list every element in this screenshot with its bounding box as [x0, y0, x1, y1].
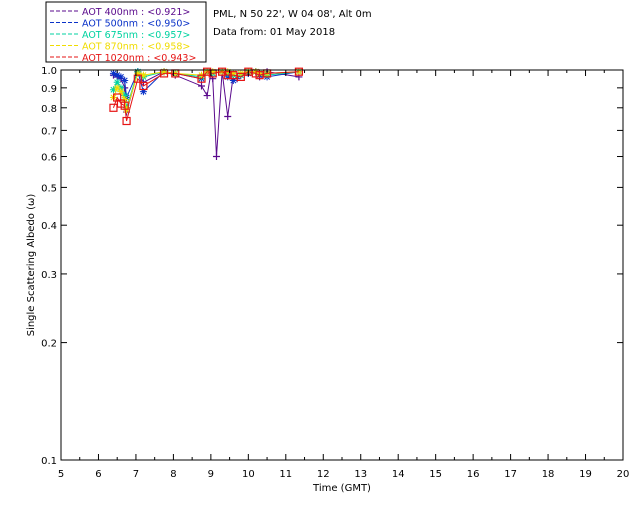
y-tick-label: 0.1 [41, 456, 57, 467]
x-tick-label: 11 [279, 469, 292, 480]
x-tick-label: 8 [170, 469, 176, 480]
x-tick-label: 13 [354, 469, 367, 480]
x-tick-label: 12 [317, 469, 330, 480]
chart-title: PML, N 50 22', W 04 08', Alt 0m [213, 9, 372, 20]
axes: 5 6 7 8 9 10 11 12 13 14 15 16 17 18 19 20 1.0 0.9 0.8 0.7 0… [41, 66, 629, 480]
legend-label: AOT 1020nm : <0.943> [82, 53, 196, 64]
x-tick-label: 10 [242, 469, 255, 480]
x-tick-label: 5 [58, 469, 64, 480]
x-tick-label: 18 [542, 469, 555, 480]
x-axis-label: Time (GMT) [312, 483, 371, 494]
x-tick-label: 7 [133, 469, 139, 480]
x-tick-label: 6 [95, 469, 101, 480]
y-tick-label: 0.5 [41, 183, 57, 194]
y-tick-label: 0.8 [41, 104, 57, 115]
data-point [198, 82, 205, 90]
legend-label: AOT 870nm : <0.958> [82, 42, 190, 53]
plot-frame [60, 69, 624, 461]
x-tick-label: 15 [429, 469, 442, 480]
x-tick-label: 9 [208, 469, 214, 480]
x-tick-label: 16 [467, 469, 480, 480]
y-tick-label: 0.4 [41, 221, 57, 232]
series-layer [109, 67, 304, 161]
y-tick-label: 0.7 [41, 126, 57, 137]
y-axis-label: Single Scattering Albedo (ω) [26, 194, 37, 337]
x-tick-label: 20 [617, 469, 630, 480]
x-tick-label: 19 [579, 469, 592, 480]
data-point [134, 69, 142, 77]
chart-legend: AOT 400nm : <0.921>AOT 500nm : <0.950>AO… [45, 1, 207, 64]
x-tick-label: 14 [392, 469, 405, 480]
y-tick-label: 0.9 [41, 84, 57, 95]
y-tick-label: 0.3 [41, 270, 57, 281]
data-point [212, 153, 220, 161]
data-point [160, 68, 168, 76]
y-tick-label: 1.0 [41, 66, 57, 77]
legend-label: AOT 400nm : <0.921> [82, 7, 190, 18]
data-point [121, 76, 129, 84]
data-point [224, 112, 232, 120]
legend-label: AOT 675nm : <0.957> [82, 30, 190, 41]
legend-label: AOT 500nm : <0.950> [82, 19, 190, 30]
chart-subtitle: Data from: 01 May 2018 [213, 27, 335, 38]
x-tick-label: 17 [504, 469, 517, 480]
aod-albedo-chart: AOT 400nm : <0.921>AOT 500nm : <0.950>AO… [26, 1, 629, 494]
y-tick-label: 0.6 [41, 153, 57, 164]
data-point [203, 92, 211, 100]
y-tick-label: 0.2 [41, 339, 57, 350]
